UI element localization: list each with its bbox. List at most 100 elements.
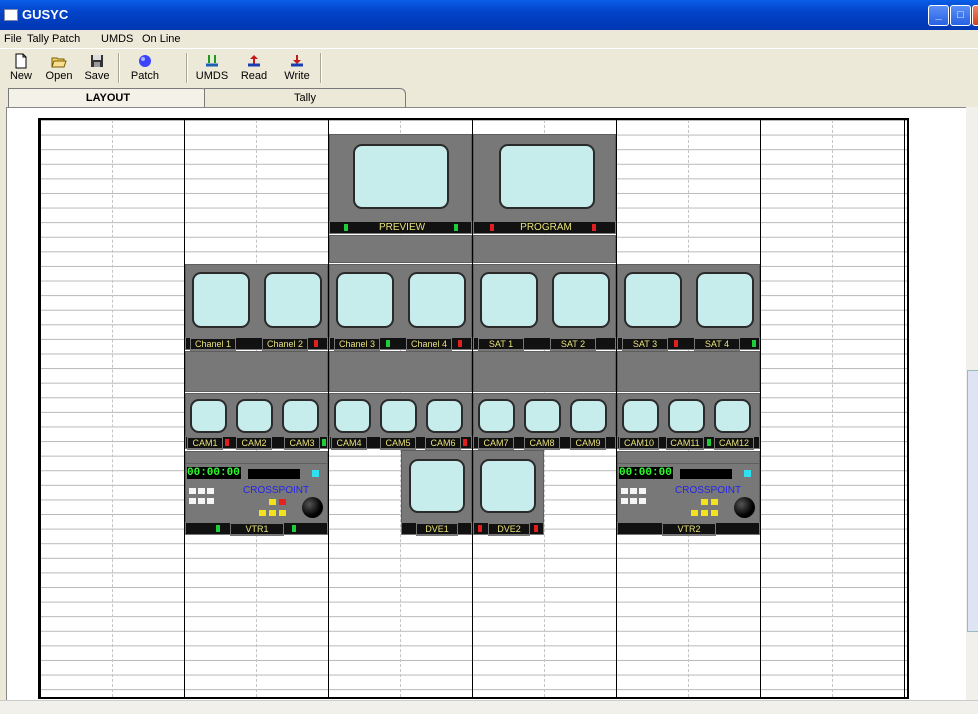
cam6-screen (426, 399, 463, 433)
minimize-button[interactable]: _ (928, 5, 949, 26)
write-button[interactable]: Write (278, 51, 316, 85)
umds-label: UMDS (195, 70, 229, 82)
vtr2-key[interactable] (701, 499, 708, 505)
vtr2-key[interactable] (691, 510, 698, 516)
label-bar: CAM4 CAM5 CAM6 (329, 436, 472, 450)
vtr1-crosspoint-label: CROSSPOINT (243, 485, 310, 496)
tally-light (534, 525, 538, 532)
tab-layout[interactable]: LAYOUT (8, 88, 208, 107)
tally-light (322, 439, 326, 446)
vtr2-key[interactable] (639, 488, 646, 494)
upload-arrow-icon (248, 55, 260, 67)
umds-icon (206, 55, 218, 67)
sat-monitor-pair[interactable] (617, 264, 760, 338)
vtr2-key[interactable] (711, 499, 718, 505)
title-bar: GUSYC _ □ X (0, 0, 978, 30)
dve1-label: DVE1 (416, 523, 458, 536)
empty-slot (473, 351, 616, 392)
program-monitor[interactable] (473, 134, 616, 222)
dve1-monitor[interactable] (401, 450, 472, 523)
vtr2-key[interactable] (630, 498, 637, 504)
vtr2-key[interactable] (621, 488, 628, 494)
vertical-scroll-thumb[interactable] (967, 370, 978, 632)
vtr1-key[interactable] (207, 488, 214, 494)
cam7-screen (478, 399, 515, 433)
label-bar: CAM7 CAM8 CAM9 (473, 436, 616, 450)
new-label: New (9, 70, 32, 82)
vtr1-key[interactable] (279, 510, 286, 516)
tab-tally[interactable]: Tally (204, 88, 406, 107)
cam12-screen (714, 399, 751, 433)
close-button[interactable]: X (972, 5, 978, 26)
vtr1-key[interactable] (198, 488, 205, 494)
chanel-monitor-pair[interactable] (329, 264, 472, 338)
chanel2-label: Chanel 2 (262, 338, 308, 351)
menu-file[interactable]: File (4, 33, 22, 45)
chanel-monitor-pair[interactable] (185, 264, 328, 338)
vtr2-deck[interactable]: 00:00:00 CROSSPOINT (617, 463, 760, 523)
maximize-button[interactable]: □ (950, 5, 971, 26)
cam9-screen (570, 399, 607, 433)
horizontal-scrollbar[interactable] (0, 700, 978, 714)
cam3-screen (282, 399, 319, 433)
empty-slot (185, 351, 328, 392)
save-button[interactable]: Save (80, 51, 114, 85)
toolbar-separator (118, 53, 120, 83)
patch-button[interactable]: Patch (126, 51, 164, 85)
vtr2-key[interactable] (701, 510, 708, 516)
chanel1-screen (192, 272, 250, 328)
vtr2-key[interactable] (639, 498, 646, 504)
menu-tally-patch[interactable]: Tally Patch (27, 33, 80, 45)
menu-umds[interactable]: UMDS (101, 33, 133, 45)
vtr1-key[interactable] (189, 488, 196, 494)
cam10-label: CAM10 (619, 437, 659, 450)
layout-grid: PREVIEW PROGRAM Chanel 1 Chanel 2 Chanel… (38, 118, 909, 699)
grid-divider (112, 120, 114, 697)
cam11-screen (668, 399, 705, 433)
menu-online[interactable]: On Line (142, 33, 181, 45)
vtr1-key[interactable] (198, 498, 205, 504)
label-bar: Chanel 1 Chanel 2 (185, 337, 328, 351)
vtr1-deck[interactable]: 00:00:00 CROSSPOINT (185, 463, 328, 523)
sat2-label: SAT 2 (550, 338, 596, 351)
open-folder-icon (51, 57, 67, 68)
tally-light (707, 439, 711, 446)
cam11-label: CAM11 (666, 437, 704, 450)
vtr2-key[interactable] (630, 488, 637, 494)
label-bar: DVE2 (473, 522, 544, 536)
vtr1-label: VTR1 (230, 523, 284, 536)
vtr1-key[interactable] (189, 498, 196, 504)
vtr2-key[interactable] (621, 498, 628, 504)
camera-monitor-group[interactable] (617, 393, 760, 437)
camera-monitor-group[interactable] (473, 393, 616, 437)
vtr1-key[interactable] (269, 510, 276, 516)
preview-monitor[interactable] (329, 134, 472, 222)
cam1-label: CAM1 (187, 437, 223, 450)
vtr1-key[interactable] (207, 498, 214, 504)
dve2-monitor[interactable] (473, 450, 544, 523)
vtr1-jog-wheel[interactable] (302, 497, 323, 518)
sat2-screen (552, 272, 610, 328)
cam4-label: CAM4 (331, 437, 367, 450)
vtr1-key[interactable] (259, 510, 266, 516)
read-button[interactable]: Read (236, 51, 272, 85)
new-button[interactable]: New (4, 51, 38, 85)
vtr1-key[interactable] (269, 499, 276, 505)
empty-slot (617, 351, 760, 392)
umds-button[interactable]: UMDS (194, 51, 230, 85)
vtr2-jog-wheel[interactable] (734, 497, 755, 518)
label-bar: SAT 1 SAT 2 (473, 337, 616, 351)
sat3-label: SAT 3 (622, 338, 668, 351)
vtr2-key[interactable] (711, 510, 718, 516)
window-title: GUSYC (22, 7, 69, 22)
camera-monitor-group[interactable] (185, 393, 328, 437)
tally-light (458, 340, 462, 347)
camera-monitor-group[interactable] (329, 393, 472, 437)
sat-monitor-pair[interactable] (473, 264, 616, 338)
tally-light (314, 340, 318, 347)
open-button[interactable]: Open (40, 51, 78, 85)
tab-strip: LAYOUT Tally (0, 86, 978, 108)
vtr2-indicator (744, 470, 751, 477)
vtr2-label: VTR2 (662, 523, 716, 536)
vtr1-key[interactable] (279, 499, 286, 505)
